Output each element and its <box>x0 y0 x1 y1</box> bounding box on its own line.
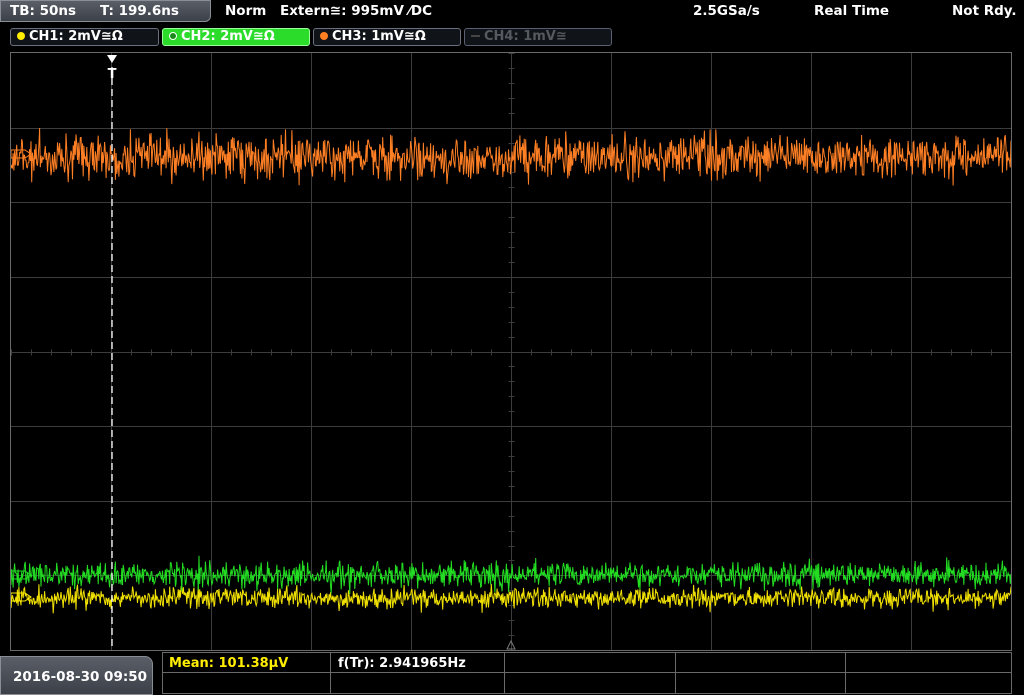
trigger-position-readout[interactable]: T: 199.6ns <box>100 3 179 19</box>
ch1-label: CH1: 2mV≅Ω <box>29 29 123 44</box>
timebase-readout[interactable]: TB: 50ns <box>10 3 76 19</box>
ch2-label: CH2: 2mV≅Ω <box>181 29 275 44</box>
trigger-source[interactable]: Extern≅: 995mV ⁄DC <box>280 3 432 19</box>
trigger-arrow-icon[interactable] <box>107 55 117 63</box>
waveform-graticule: T <box>11 53 1011 650</box>
datetime-panel: 2016-08-30 09:50 <box>0 656 153 695</box>
measurement-panel[interactable]: Mean: 101.38µV f(Tr): 2.941965Hz <box>162 652 1012 694</box>
ch1-indicator-icon <box>17 32 25 40</box>
measurement-divider <box>675 653 676 693</box>
ready-state: Not Rdy. <box>952 3 1017 19</box>
ch3-indicator-icon <box>320 32 328 40</box>
waveform-display[interactable]: T <box>10 52 1012 651</box>
ch4-label: CH4: 1mV≅ <box>484 29 567 44</box>
acquisition-mode: Real Time <box>814 3 890 19</box>
channel-tab-ch1[interactable]: CH1: 2mV≅Ω <box>10 28 159 46</box>
trigger-marker-label: T <box>108 67 117 82</box>
ch2-indicator-icon <box>169 32 177 40</box>
ch3-label: CH3: 1mV≅Ω <box>332 29 426 44</box>
frequency-measurement[interactable]: f(Tr): 2.941965Hz <box>338 656 466 671</box>
mean-measurement[interactable]: Mean: 101.38µV <box>169 656 288 671</box>
channel-tab-ch4[interactable]: CH4: 1mV≅ <box>464 28 612 46</box>
status-bar: TB: 50ns T: 199.6ns Norm Extern≅: 995mV … <box>0 0 1024 24</box>
channel-tab-ch3[interactable]: CH3: 1mV≅Ω <box>313 28 461 46</box>
measurement-divider <box>845 653 846 693</box>
measurement-row-divider <box>163 672 1011 673</box>
trigger-mode[interactable]: Norm <box>225 3 266 19</box>
measurement-divider <box>504 653 505 693</box>
sample-rate: 2.5GSa/s <box>693 3 760 19</box>
datetime-readout: 2016-08-30 09:50 <box>13 669 148 685</box>
channel-tab-ch2[interactable]: CH2: 2mV≅Ω <box>162 28 310 46</box>
ch4-indicator-icon <box>471 35 480 37</box>
measurement-divider <box>330 653 331 693</box>
